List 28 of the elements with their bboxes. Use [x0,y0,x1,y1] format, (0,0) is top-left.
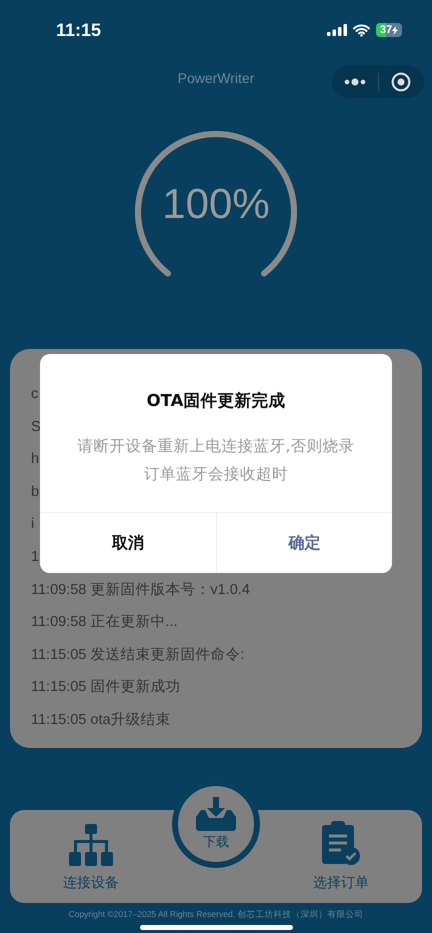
more-icon[interactable] [344,78,366,86]
progress-percent: 100% [161,180,271,228]
wifi-icon [353,24,370,36]
hierarchy-icon [68,824,114,866]
log-line: 11:15:05 ota升级结束 [31,710,171,730]
battery-icon: 37 [376,23,402,37]
log-line: 11:09:58 正在更新中... [31,612,178,632]
log-line: c [31,385,38,404]
clipboard-check-icon [321,820,361,866]
log-line: S [31,418,41,437]
log-line: 11:15:05 固件更新成功 [31,678,180,698]
log-line: 11:09:58 更新固件版本号：v1.0.4 [31,580,250,600]
log-line: b [31,482,40,502]
dialog-message: 请断开设备重新上电连接蓝牙,否则烧录订单蓝牙会接收超时 [76,436,356,485]
log-line: h [31,450,40,470]
copyright-text: Copyright ©2017–2025 All Rights Reserved. 创芯工坊科技（深圳）有限公司 [68,909,364,920]
signal-icon [327,24,347,36]
confirm-button[interactable]: 确定 [216,513,392,573]
log-line: 1 [31,548,40,567]
log-line: 11:15:05 发送结束更新固件命令: [31,646,244,665]
nav-label[interactable]: 选择订单 [313,874,369,892]
download-tray-icon [196,797,236,831]
nav-label[interactable]: 连接设备 [63,874,119,892]
app-title: PowerWriter [178,70,254,86]
dialog-title: OTA固件更新完成 [146,390,286,412]
close-icon[interactable] [391,72,412,92]
clock-time: 11:15 [56,18,102,40]
log-line: i [31,515,34,534]
